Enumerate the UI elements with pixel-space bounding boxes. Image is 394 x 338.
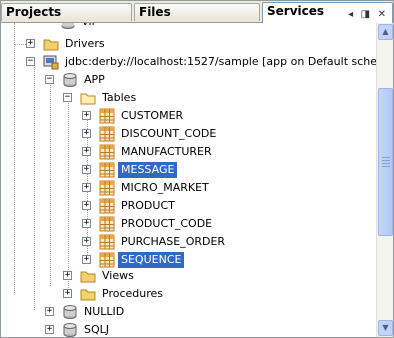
tree-label-sqlj: SQLJ xyxy=(84,323,110,336)
close-icon[interactable]: ✕ xyxy=(378,9,386,20)
tab-projects[interactable]: Projects xyxy=(1,3,132,21)
tab-services[interactable]: Services ◂ ◨ ✕ xyxy=(262,2,393,23)
expand-toggle[interactable]: + xyxy=(82,219,91,228)
folder-icon xyxy=(80,289,96,301)
tree-label-nullid: NULLID xyxy=(84,305,125,318)
database-icon xyxy=(61,23,75,29)
tree-label-table: MESSAGE xyxy=(118,162,178,178)
expand-toggle[interactable]: + xyxy=(82,255,91,264)
folder-icon xyxy=(80,271,96,283)
table-icon xyxy=(99,198,115,214)
tree-label-table: MICRO_MARKET xyxy=(121,181,209,194)
tree-label-table: PRODUCT_CODE xyxy=(121,217,213,230)
scroll-down-button[interactable]: ▼ xyxy=(378,320,393,336)
tab-files[interactable]: Files xyxy=(134,3,260,21)
table-icon xyxy=(99,144,115,160)
table-icon xyxy=(99,126,115,142)
tree-label-drivers: Drivers xyxy=(65,37,105,50)
expand-toggle[interactable]: + xyxy=(26,39,35,48)
tree-label-procedures: Procedures xyxy=(102,287,163,300)
vertical-scrollbar[interactable]: ▲ ▼ xyxy=(376,23,394,338)
database-icon xyxy=(63,73,77,87)
expand-toggle[interactable]: + xyxy=(63,271,72,280)
tab-bar: Projects Files Services ◂ ◨ ✕ xyxy=(0,0,394,23)
services-tree: vir + Drivers − jdbc:derby://localhost:1… xyxy=(0,23,376,338)
database-icon xyxy=(63,305,77,319)
tree-label-table: PRODUCT xyxy=(121,199,175,212)
expand-toggle[interactable]: + xyxy=(82,201,91,210)
collapse-toggle[interactable]: − xyxy=(45,75,54,84)
table-icon xyxy=(99,108,115,124)
scroll-up-button[interactable]: ▲ xyxy=(378,24,393,40)
expand-toggle[interactable]: + xyxy=(82,183,91,192)
table-icon xyxy=(99,180,115,196)
tree-label-connection: jdbc:derby://localhost:1527/sample [app … xyxy=(65,55,376,68)
table-icon xyxy=(99,252,115,268)
tree-label-table: CUSTOMER xyxy=(121,109,184,122)
table-icon xyxy=(99,234,115,250)
expand-toggle[interactable]: + xyxy=(45,325,54,334)
expand-toggle[interactable]: + xyxy=(82,147,91,156)
tree-label-app: APP xyxy=(84,73,105,86)
expand-toggle[interactable]: + xyxy=(45,307,54,316)
expand-toggle[interactable]: + xyxy=(82,165,91,174)
expand-toggle[interactable]: + xyxy=(82,111,91,120)
folder-icon xyxy=(43,39,59,51)
expand-toggle[interactable]: + xyxy=(63,289,72,298)
table-icon xyxy=(99,162,115,178)
collapse-toggle[interactable]: − xyxy=(63,93,72,102)
table-icon xyxy=(99,216,115,232)
tree-label-table: MANUFACTURER xyxy=(121,145,212,158)
tree-label-table: SEQUENCE xyxy=(118,252,185,268)
database-icon xyxy=(63,323,77,337)
connection-icon xyxy=(43,55,59,70)
expand-toggle[interactable]: + xyxy=(82,237,91,246)
tab-services-label: Services xyxy=(267,4,325,18)
folder-icon xyxy=(80,93,96,105)
restore-icon[interactable]: ◨ xyxy=(361,9,370,20)
tab-projects-label: Projects xyxy=(6,5,62,19)
tree-label-views: Views xyxy=(102,269,134,282)
tree-label-table: PURCHASE_ORDER xyxy=(121,235,226,248)
tree-label-tables: Tables xyxy=(102,91,137,104)
expand-toggle[interactable]: + xyxy=(82,129,91,138)
tab-files-label: Files xyxy=(139,5,171,19)
collapse-toggle[interactable]: − xyxy=(26,57,35,66)
tree-label-partial: vir xyxy=(79,23,99,30)
scrollbar-thumb[interactable] xyxy=(378,88,393,236)
tree-label-table: DISCOUNT_CODE xyxy=(121,127,217,140)
minimize-icon[interactable]: ◂ xyxy=(348,9,353,20)
